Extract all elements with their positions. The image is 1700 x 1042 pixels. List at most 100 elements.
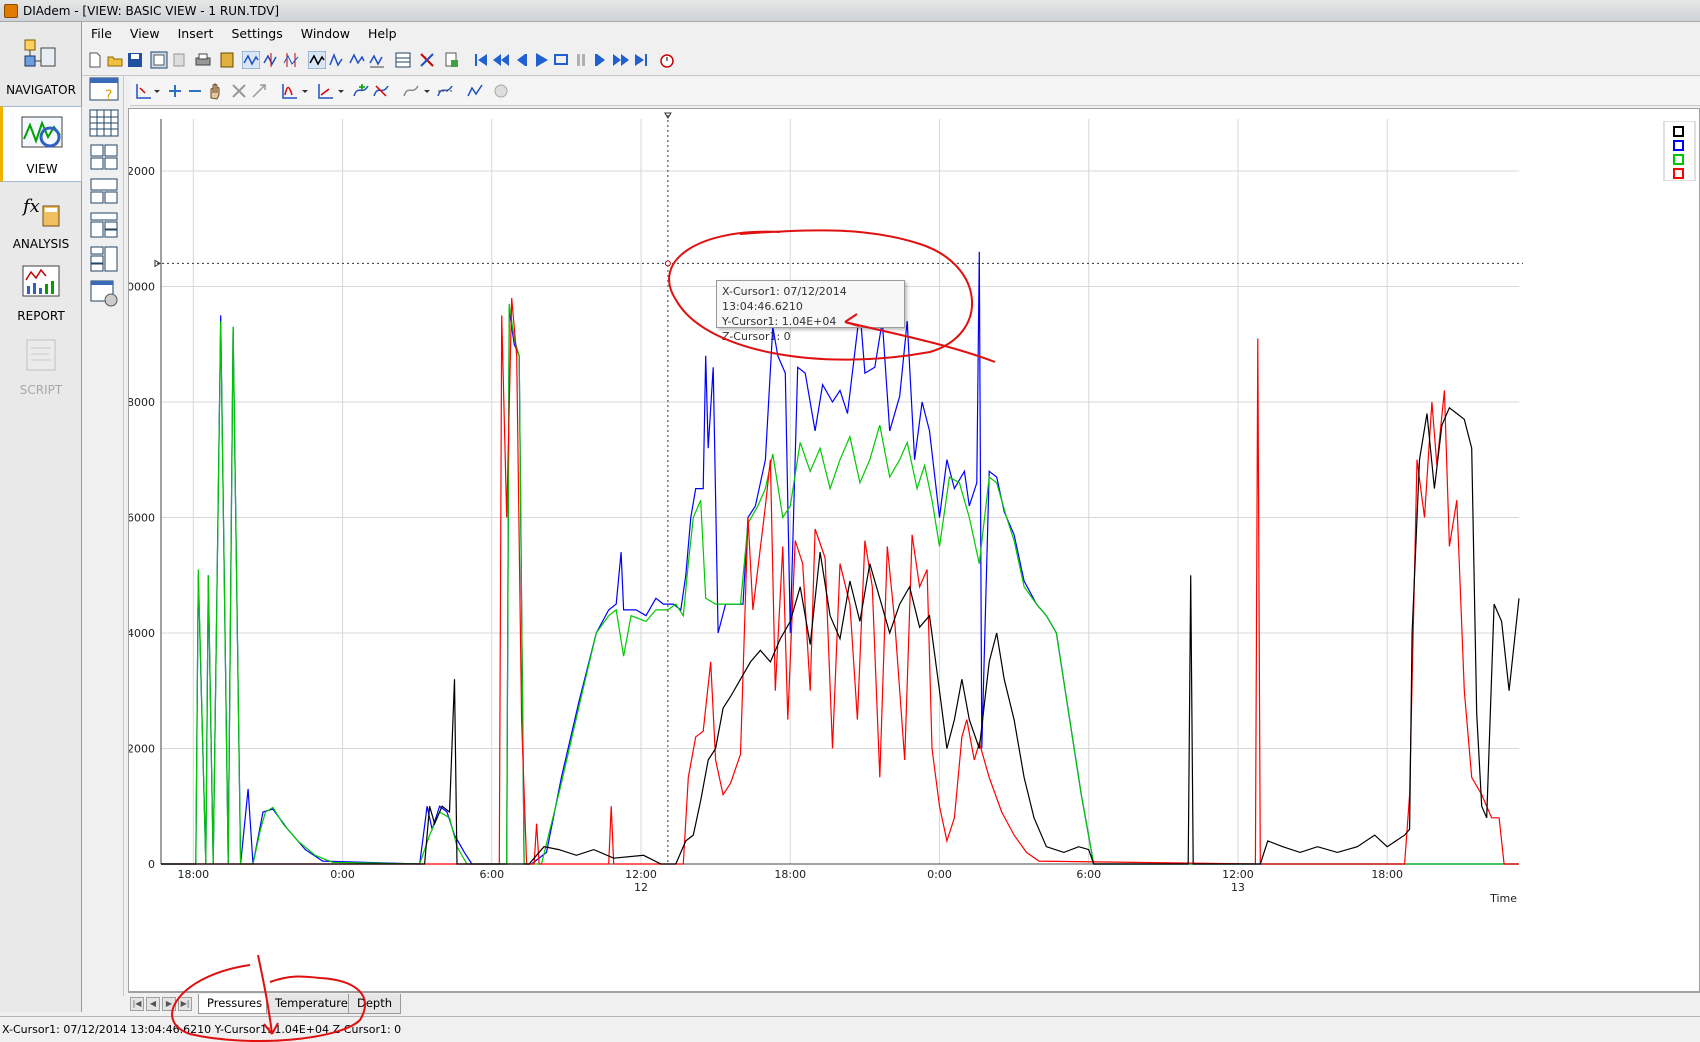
zoom-in-icon[interactable] [166, 82, 184, 100]
peak-search-icon[interactable] [328, 51, 346, 69]
cursor-tooltip: X-Cursor1: 07/12/2014 13:04:46.6210 Y-Cu… [716, 280, 905, 343]
pause-icon[interactable] [572, 51, 590, 69]
coordinate-axis-icon[interactable] [316, 82, 334, 100]
layout-grid-4-icon[interactable] [89, 142, 119, 172]
chart-toolbar [130, 78, 1700, 106]
legend-swatch-green[interactable] [1673, 154, 1684, 165]
coordinate-axis-dropdown-icon[interactable] [336, 82, 346, 100]
menu-insert[interactable]: Insert [169, 26, 223, 41]
y-tick-label: 4000 [129, 627, 155, 640]
flag-mode-icon[interactable] [308, 51, 326, 69]
step-backward-icon[interactable] [512, 51, 530, 69]
menu-view[interactable]: View [121, 26, 169, 41]
axis-system-dropdown-icon[interactable] [300, 82, 310, 100]
cursor-crosshair-icon[interactable] [262, 51, 280, 69]
tooltip-x-cursor: X-Cursor1: 07/12/2014 13:04:46.6210 [722, 285, 847, 313]
cursor-type-dropdown-icon[interactable] [422, 82, 432, 100]
save-icon[interactable] [126, 51, 144, 69]
cursor-settings-icon[interactable] [436, 82, 454, 100]
dropdown-arrow-icon[interactable] [152, 82, 162, 100]
curve-label-icon[interactable] [368, 51, 386, 69]
legend-swatch-black[interactable] [1673, 126, 1684, 137]
step-forward-icon[interactable] [592, 51, 610, 69]
title-bar: DIAdem - [VIEW: BASIC VIEW - 1 RUN.TDV] [0, 0, 1700, 22]
curve-mode-icon[interactable] [242, 51, 260, 69]
clock-icon[interactable] [658, 51, 676, 69]
channel-table-icon[interactable] [394, 51, 412, 69]
left-navigation-panel: NAVIGATOR VIEW fx ANALYSIS REPORT SCRIPT [0, 22, 82, 1012]
new-file-icon[interactable] [86, 51, 104, 69]
last-sheet-button[interactable]: ▶| [178, 997, 192, 1011]
analysis-icon: fx [21, 196, 60, 227]
tab-depth[interactable]: Depth [348, 994, 402, 1014]
table-window-icon[interactable] [89, 108, 119, 138]
x-tick-label: 18:00 [774, 868, 806, 881]
page-layout-icon[interactable] [150, 51, 168, 69]
series-line-black [161, 406, 1520, 865]
curve-smoothing-icon[interactable] [466, 82, 484, 100]
nav-navigator[interactable]: NAVIGATOR [0, 28, 82, 104]
tooltip-y-cursor: Y-Cursor1: 1.04E+04 [722, 315, 837, 328]
menu-help[interactable]: Help [359, 26, 406, 41]
window-settings-icon[interactable] [89, 278, 119, 308]
cursor-type-icon[interactable] [402, 82, 420, 100]
nav-report[interactable]: REPORT [0, 254, 82, 330]
script-icon [26, 339, 56, 371]
tab-pressures[interactable]: Pressures [198, 994, 272, 1014]
axis-zoom-icon[interactable] [134, 82, 152, 100]
x-tick-label: 6:00 [479, 868, 504, 881]
delete-curve-icon[interactable] [230, 82, 248, 100]
legend-swatch-blue[interactable] [1673, 140, 1684, 151]
fast-backward-icon[interactable] [492, 51, 510, 69]
layout-split-left-icon[interactable] [89, 210, 119, 240]
x-tick-label: 12:00 [625, 868, 657, 881]
copy-values-icon[interactable] [442, 51, 460, 69]
series-line-red [161, 297, 1519, 865]
menu-file[interactable]: File [82, 26, 121, 41]
window-help-icon[interactable]: ? [89, 76, 119, 106]
x-tick-label: 0:00 [927, 868, 952, 881]
layout-split-3-icon[interactable] [89, 176, 119, 206]
menu-window[interactable]: Window [292, 26, 359, 41]
remove-cursor-icon[interactable] [418, 51, 436, 69]
calculator-icon[interactable] [218, 51, 236, 69]
legend-swatch-red[interactable] [1673, 168, 1684, 179]
fast-forward-icon[interactable] [612, 51, 630, 69]
curve-add-icon[interactable] [352, 82, 370, 100]
zoom-out-icon[interactable] [186, 82, 204, 100]
min-max-icon[interactable] [348, 51, 366, 69]
axis-system-icon[interactable] [280, 82, 298, 100]
open-file-icon[interactable] [106, 51, 124, 69]
view-icon [21, 116, 63, 148]
next-sheet-button[interactable]: ▶ [162, 997, 176, 1011]
y-tick-label: 10000 [129, 280, 155, 293]
main-toolbar [82, 46, 1700, 76]
first-sheet-button[interactable]: |◀ [130, 997, 144, 1011]
nav-script-label: SCRIPT [19, 383, 63, 397]
diadem-app-icon [4, 3, 18, 18]
nav-navigator-label: NAVIGATOR [6, 83, 76, 97]
nav-view[interactable]: VIEW [0, 106, 82, 182]
print-icon[interactable] [194, 51, 212, 69]
restore-zoom-icon[interactable] [250, 82, 268, 100]
x-tick-label: 0:00 [330, 868, 355, 881]
prev-sheet-button[interactable]: ◀ [146, 997, 160, 1011]
undo-icon[interactable] [170, 51, 188, 69]
first-frame-icon[interactable] [472, 51, 490, 69]
layout-split-right-icon[interactable] [89, 244, 119, 274]
x-date-label: 13 [1231, 881, 1245, 894]
plot-area[interactable]: 0 2000 4000 6000 8000 10000 12000 18:00 0:00 6:00… [128, 108, 1700, 992]
curve-legend [1663, 121, 1696, 181]
pressure-chart[interactable]: 0 2000 4000 6000 8000 10000 12000 18:00 0:00 6:00… [129, 109, 1699, 991]
menu-settings[interactable]: Settings [222, 26, 291, 41]
loop-icon[interactable] [552, 51, 570, 69]
nav-report-label: REPORT [17, 309, 65, 323]
y-tick-label: 12000 [129, 165, 155, 178]
play-icon[interactable] [532, 51, 550, 69]
band-cursor-icon[interactable] [282, 51, 300, 69]
last-frame-icon[interactable] [632, 51, 650, 69]
curve-edit-icon[interactable] [372, 82, 390, 100]
pan-hand-icon[interactable] [206, 82, 224, 100]
svg-text:fx: fx [21, 196, 40, 217]
nav-analysis[interactable]: fx ANALYSIS [0, 182, 82, 258]
